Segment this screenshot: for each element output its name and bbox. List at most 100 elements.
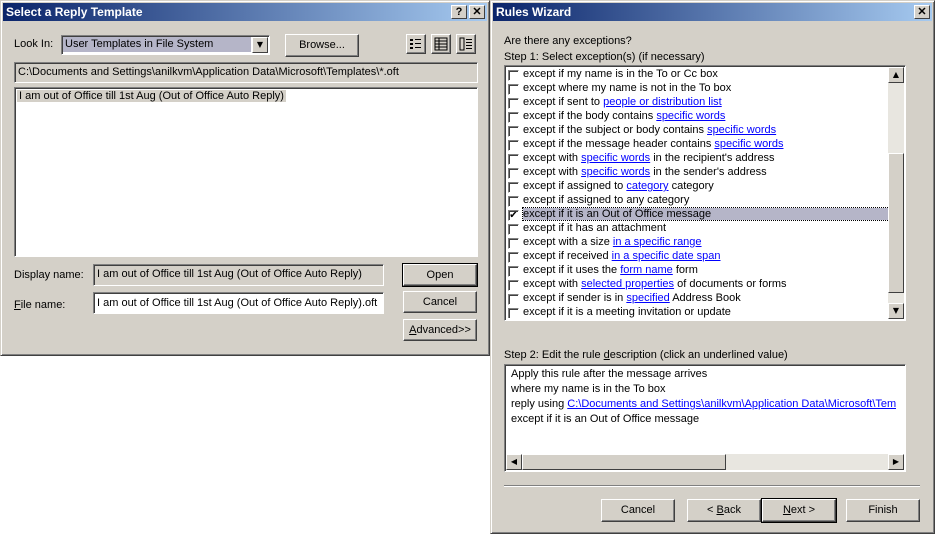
look-in-select[interactable]: User Templates in File System ▼ [61,35,270,55]
exception-row[interactable]: except if sent to people or distribution… [507,96,889,110]
exception-text: except if it uses the form name form [523,264,698,276]
exception-checkbox[interactable] [508,140,519,151]
rule-line-4: except if it is an Out of Office message [511,413,700,425]
exception-row[interactable]: except with specific words in the sender… [507,166,889,180]
scroll-right-icon[interactable]: ▶ [888,454,904,470]
rules-wizard-dialog: Rules Wizard ✕ Are there any exceptions?… [490,0,935,534]
finish-button[interactable]: Finish [846,499,920,522]
exception-row[interactable]: except if it is a meeting invitation or … [507,306,889,318]
exception-row[interactable]: except with selected properties of docum… [507,278,889,292]
back-button[interactable]: < Back [687,499,761,522]
scroll-down-icon[interactable]: ▼ [888,303,904,319]
exception-checkbox[interactable] [508,294,519,305]
exception-row[interactable]: ✔ except if it is an Out of Office messag… [507,207,889,222]
exception-checkbox[interactable] [508,126,519,137]
template-file-list[interactable]: I am out of Office till 1st Aug (Out of … [14,87,478,257]
exception-checkbox[interactable] [508,308,519,318]
exception-value-link[interactable]: category [626,180,668,192]
exception-row[interactable]: except if received in a specific date sp… [507,250,889,264]
exceptions-scrollbar[interactable]: ▲ ▼ [888,67,904,319]
close-button[interactable]: ✕ [914,5,930,19]
exceptions-list[interactable]: except if my name is in the To or Cc box… [504,65,906,321]
exception-value-link[interactable]: people or distribution list [603,96,722,108]
list-view-icon[interactable] [406,34,426,54]
exception-checkbox[interactable] [508,224,519,235]
exception-value-link[interactable]: selected properties [581,278,674,290]
exception-label: except with [523,152,582,164]
reply-dialog-titlebar[interactable]: Select a Reply Template ? ✕ [3,3,487,21]
browse-button[interactable]: Browse... [285,34,359,57]
exception-row[interactable]: except if assigned to any category [507,194,889,208]
exception-checkbox[interactable] [508,154,519,165]
advanced-button[interactable]: Advanced>> [403,319,477,341]
exception-row[interactable]: except if my name is in the To or Cc box [507,68,889,82]
exception-value-link[interactable]: specific words [581,166,650,178]
exception-checkbox[interactable] [508,70,519,81]
look-in-value: User Templates in File System [63,37,251,52]
exception-row[interactable]: except if the subject or body contains s… [507,124,889,138]
exception-value-link[interactable]: specific words [707,124,776,136]
exception-row[interactable]: except if assigned to category category [507,180,889,194]
exception-text: except if received in a specific date sp… [523,250,721,262]
display-name-label: Display name: [14,269,84,281]
exception-text: except if my name is in the To or Cc box [523,68,718,80]
exception-label-suffix: of documents or forms [674,278,787,290]
exception-checkbox[interactable] [508,280,519,291]
separator-line [504,485,920,487]
path-field: C:\Documents and Settings\anilkvm\Applic… [14,62,478,83]
exception-checkbox[interactable]: ✔ [508,210,519,221]
rule-description-box[interactable]: Apply this rule after the message arrive… [504,364,906,472]
exception-checkbox[interactable] [508,252,519,263]
file-list-item[interactable]: I am out of Office till 1st Aug (Out of … [17,90,286,102]
exception-label: except with [523,166,582,178]
exception-checkbox[interactable] [508,238,519,249]
exception-row[interactable]: except if it has an attachment [507,222,889,236]
template-path-link[interactable]: C:\Documents and Settings\anilkvm\Applic… [567,398,896,410]
scroll-left-icon[interactable]: ◀ [506,454,522,470]
wizard-titlebar[interactable]: Rules Wizard ✕ [493,3,932,21]
hscroll-thumb[interactable] [522,454,726,470]
exception-value-link[interactable]: specific words [581,152,650,164]
exception-value-link[interactable]: form name [620,264,673,276]
exception-label: except if assigned to any category [523,194,690,206]
file-name-label: File name: [14,299,66,311]
look-in-label: Look In: [14,38,54,50]
preview-view-icon[interactable] [456,34,476,54]
exception-row[interactable]: except where my name is not in the To bo… [507,82,889,96]
exception-row[interactable]: except if the message header contains sp… [507,138,889,152]
wizard-cancel-button[interactable]: Cancel [601,499,675,522]
exception-checkbox[interactable] [508,168,519,179]
exception-value-link[interactable]: specified [626,292,669,304]
exception-row[interactable]: except with specific words in the recipi… [507,152,889,166]
exception-value-link[interactable]: in a specific range [613,236,702,248]
exception-row[interactable]: except with a size in a specific range [507,236,889,250]
chevron-down-icon[interactable]: ▼ [252,37,268,53]
description-hscrollbar[interactable]: ◀ ▶ [506,454,904,470]
exception-checkbox[interactable] [508,112,519,123]
step1-label: Step 1: Select exception(s) (if necessar… [504,51,705,63]
exception-text: except with selected properties of docum… [523,278,787,290]
exception-value-link[interactable]: specific words [714,138,783,150]
help-button[interactable]: ? [451,5,467,19]
close-button[interactable]: ✕ [469,5,485,19]
display-name-field: I am out of Office till 1st Aug (Out of … [93,264,384,286]
open-button[interactable]: Open [402,263,478,287]
exception-checkbox[interactable] [508,84,519,95]
exception-checkbox[interactable] [508,182,519,193]
exception-row[interactable]: except if it uses the form name form [507,264,889,278]
file-name-input[interactable]: I am out of Office till 1st Aug (Out of … [93,292,384,314]
exception-row[interactable]: except if the body contains specific wor… [507,110,889,124]
rule-line-3-text: reply using [511,398,568,410]
scroll-up-icon[interactable]: ▲ [888,67,904,83]
exception-value-link[interactable]: in a specific date span [612,250,721,262]
exception-value-link[interactable]: specific words [656,110,725,122]
details-view-icon[interactable] [431,34,451,54]
scroll-thumb[interactable] [888,153,904,293]
exception-row[interactable]: except if sender is in specified Address… [507,292,889,306]
exception-checkbox[interactable] [508,98,519,109]
exception-checkbox[interactable] [508,196,519,207]
cancel-button[interactable]: Cancel [403,291,477,313]
next-button[interactable]: Next > [761,498,837,523]
exception-checkbox[interactable] [508,266,519,277]
exception-label: except if it is an Out of Office message [523,208,712,220]
